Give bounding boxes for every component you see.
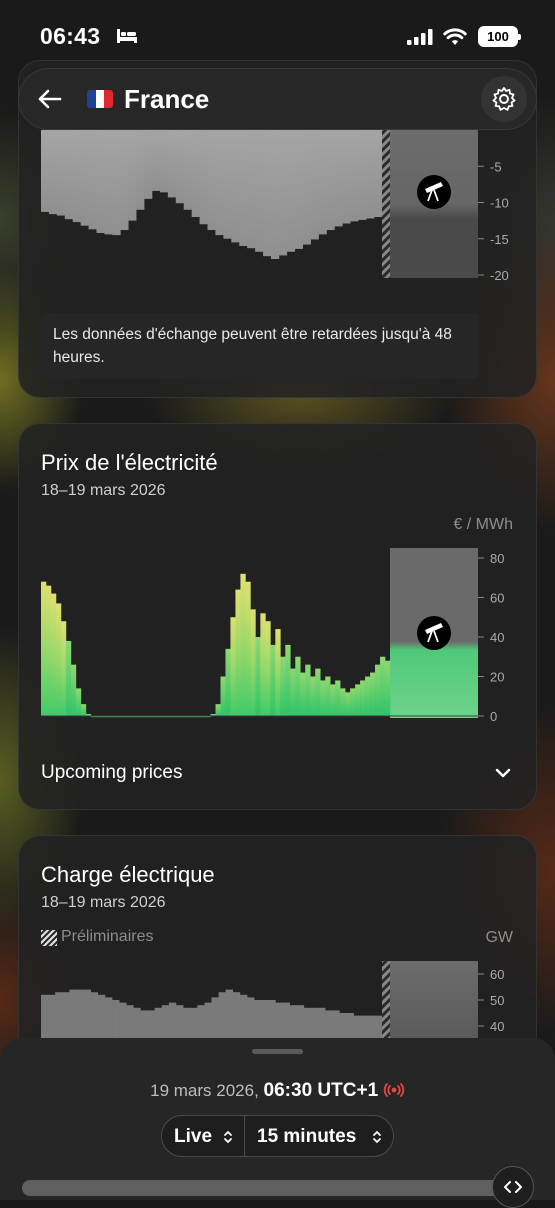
load-bar [133, 1007, 141, 1040]
load-bar [247, 997, 255, 1040]
load-bar [254, 1000, 262, 1040]
interval-select[interactable]: 15 minutes [257, 1126, 356, 1148]
load-bar [360, 1015, 369, 1040]
load-bar [367, 1015, 376, 1040]
load-bar [112, 1000, 120, 1040]
load-bar [90, 992, 99, 1040]
load-bar [261, 1000, 269, 1040]
sheet-drag-handle[interactable] [252, 1049, 303, 1054]
load-bar [346, 1013, 354, 1040]
load-bar [225, 989, 234, 1040]
load-bar [55, 992, 63, 1040]
selected-date: 19 mars 2026, [150, 1081, 259, 1100]
load-bar [332, 1010, 340, 1040]
load-bar [211, 997, 219, 1040]
load-bar [119, 1002, 127, 1040]
load-bar [175, 1005, 184, 1040]
load-bar [218, 992, 226, 1040]
load-bar [190, 1007, 198, 1040]
load-bar [374, 1015, 383, 1040]
time-controls: Live 15 minutes [161, 1115, 394, 1157]
load-bar [275, 1002, 283, 1040]
load-bar [204, 1002, 212, 1040]
load-bar [268, 1000, 276, 1040]
load-preliminary-hatch [382, 961, 390, 1040]
timeline-slider-track[interactable] [22, 1180, 514, 1196]
load-bar [126, 1005, 134, 1040]
updown-chevron-icon [224, 1131, 232, 1143]
load-bar [168, 1002, 177, 1040]
load-bar [232, 992, 241, 1040]
load-bar [76, 989, 84, 1040]
load-chart: 60 50 40 [41, 961, 504, 1040]
load-bar [239, 994, 248, 1040]
load-bar [296, 1005, 305, 1040]
load-bar [62, 992, 70, 1040]
mode-select[interactable]: Live [174, 1126, 212, 1148]
load-bar [97, 994, 106, 1040]
load-bar [69, 989, 77, 1040]
load-bar [48, 994, 56, 1040]
load-bar [183, 1007, 191, 1040]
load-tick-label: 60 [490, 967, 504, 982]
load-bar [154, 1007, 163, 1040]
load-bar [289, 1005, 298, 1040]
load-bar [140, 1010, 148, 1040]
load-tick-label: 40 [490, 1019, 504, 1034]
selected-datetime: 19 mars 2026, 06:30 UTC+1 [0, 1080, 555, 1102]
load-bar [353, 1015, 361, 1040]
load-bar [339, 1013, 347, 1040]
timeline-slider-handle[interactable] [492, 1166, 534, 1208]
load-bar [197, 1005, 205, 1040]
load-bar [303, 1007, 312, 1040]
live-broadcast-icon [383, 1083, 405, 1097]
load-bar [282, 1002, 290, 1040]
load-bar [325, 1010, 333, 1040]
load-bar [318, 1007, 326, 1040]
load-tick-label: 50 [490, 993, 504, 1008]
load-forecast-region [390, 961, 478, 1040]
load-bar [147, 1010, 155, 1040]
load-bar [161, 1005, 170, 1040]
load-bar [104, 997, 113, 1040]
updown-chevron-icon [373, 1131, 381, 1143]
load-bar [310, 1007, 319, 1040]
load-bar [41, 994, 49, 1040]
code-brackets-icon [504, 1181, 522, 1193]
pill-divider [244, 1116, 245, 1156]
selected-time: 06:30 UTC+1 [263, 1080, 379, 1101]
load-bar [83, 989, 92, 1040]
